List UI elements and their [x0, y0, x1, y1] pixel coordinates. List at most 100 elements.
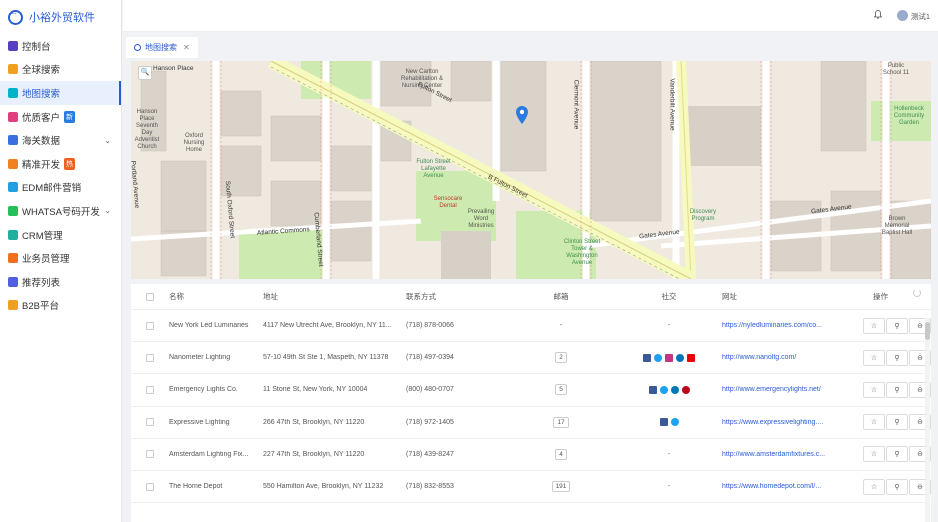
map-label-vanderbilt: Vanderbilt Avenue — [668, 78, 676, 131]
map-label-new-carlton: New Carlton Rehabilitation & Nursing Cen… — [400, 69, 444, 89]
map-label-clinton-station: Clinton Street Tower & Washington Avenue — [563, 239, 601, 266]
row-actions: ☆ ⚲ ⊖ — [830, 414, 931, 431]
facebook-icon[interactable] — [648, 385, 657, 394]
linkedin-icon[interactable] — [670, 385, 679, 394]
map-view[interactable]: 🔍 Fulton Street B Fulton Street Gates Av… — [131, 61, 931, 279]
close-icon[interactable]: ✕ — [183, 43, 190, 52]
email-count[interactable]: 17 — [553, 416, 569, 428]
table-row[interactable]: Nanometer Lighting 57-10 49th St Ste 1, M… — [131, 342, 931, 375]
star-icon[interactable]: ☆ — [863, 446, 885, 463]
email-count[interactable]: 2 — [555, 352, 567, 364]
social-cell: - — [616, 483, 722, 490]
pinterest-icon[interactable] — [681, 385, 690, 394]
sidebar-item-target[interactable]: 精准开发热 — [0, 152, 121, 176]
company-website-link[interactable]: http://www.nanoltg.com/ — [722, 354, 830, 361]
company-address: 227 47th St, Brooklyn, NY 11220 — [263, 450, 365, 458]
menu-badge: 新 — [64, 110, 76, 123]
sidebar-item-star-user[interactable]: 优质客户新 — [0, 105, 121, 129]
tab-map-search[interactable]: 地图搜索 ✕ — [126, 37, 198, 58]
row-checkbox[interactable] — [146, 482, 154, 491]
sidebar-item-recommend[interactable]: 推荐列表 — [0, 270, 121, 294]
track-icon[interactable]: ⚲ — [886, 381, 908, 398]
globe-search-icon — [8, 64, 18, 75]
star-icon[interactable]: ☆ — [863, 414, 885, 431]
select-all-checkbox[interactable] — [146, 292, 154, 301]
sidebar-item-label: 优质客户 — [22, 112, 61, 124]
star-icon[interactable]: ☆ — [863, 381, 885, 398]
b2b-icon — [8, 300, 18, 311]
company-website-link[interactable]: https://www.expressivelighting.... — [722, 419, 830, 426]
facebook-icon[interactable] — [643, 353, 651, 362]
facebook-icon[interactable] — [659, 418, 668, 427]
sidebar-item-label: 全球搜索 — [22, 65, 61, 77]
company-website-link[interactable]: https://www.homedepot.com/l/... — [722, 483, 830, 490]
avatar[interactable] — [897, 10, 908, 21]
company-website-link[interactable]: https://nyledluminaries.com/co... — [722, 322, 830, 329]
email-cell: 5 — [506, 384, 616, 396]
social-cell — [616, 353, 722, 362]
row-checkbox[interactable] — [146, 353, 154, 362]
table-row[interactable]: The Home Depot 550 Hamilton Ave, Brooklyn… — [131, 471, 931, 504]
sidebar-item-b2b[interactable]: B2B平台 — [0, 294, 121, 318]
row-checkbox[interactable] — [146, 321, 154, 330]
user-name[interactable]: 测试1 — [911, 11, 930, 22]
linkedin-icon[interactable] — [676, 353, 684, 362]
sidebar-item-whatsapp[interactable]: WHATSA号码开发 ⌄ — [0, 199, 121, 223]
social-empty: - — [667, 450, 671, 458]
sidebar-item-dashboard[interactable]: 控制台 — [0, 34, 121, 58]
email-cell: 17 — [506, 416, 616, 428]
scroll-thumb[interactable] — [925, 322, 930, 340]
chevron-down-icon[interactable]: ⌄ — [104, 206, 111, 215]
chevron-down-icon[interactable]: ⌄ — [104, 136, 111, 145]
twitter-icon[interactable] — [654, 353, 662, 362]
track-icon[interactable]: ⚲ — [886, 446, 908, 463]
twitter-icon[interactable] — [659, 385, 668, 394]
table-row[interactable]: New York Led Luminaries 4117 New Utrecht … — [131, 310, 931, 343]
row-checkbox[interactable] — [146, 385, 154, 394]
company-website-link[interactable]: http://www.amsterdamfixtures.c... — [722, 451, 830, 458]
company-website-link[interactable]: http://www.emergencylights.net/ — [722, 386, 830, 393]
sidebar-item-label: EDM邮件营销 — [22, 183, 82, 195]
track-icon[interactable]: ⚲ — [886, 317, 908, 334]
sidebar-item-crm[interactable]: CRM管理 — [0, 223, 121, 247]
bell-icon[interactable] — [873, 10, 883, 21]
row-select — [131, 353, 169, 362]
row-checkbox[interactable] — [146, 450, 154, 459]
sidebar-item-team[interactable]: 业务员管理 — [0, 246, 121, 270]
track-icon[interactable]: ⚲ — [886, 414, 908, 431]
row-select — [131, 482, 169, 491]
email-count[interactable]: 191 — [551, 481, 571, 493]
track-icon[interactable]: ⚲ — [886, 349, 908, 366]
location-pin-icon[interactable] — [516, 106, 528, 124]
social-cell: - — [616, 451, 722, 458]
sidebar-item-mail[interactable]: EDM邮件营销 — [0, 176, 121, 200]
email-count[interactable]: 5 — [555, 384, 567, 396]
instagram-icon[interactable] — [665, 353, 673, 362]
row-select — [131, 418, 169, 427]
social-empty: - — [667, 322, 671, 330]
dashboard-icon — [8, 40, 18, 51]
customs-icon — [8, 135, 18, 146]
email-cell: 2 — [506, 352, 616, 364]
star-icon[interactable]: ☆ — [863, 349, 885, 366]
youtube-icon[interactable] — [687, 353, 695, 362]
track-icon[interactable]: ⚲ — [886, 478, 908, 495]
sidebar-item-map[interactable]: 地图搜索 — [0, 81, 121, 105]
header-website: 网址 — [722, 292, 737, 301]
map-search-button[interactable]: 🔍 — [138, 66, 152, 80]
sidebar-item-customs[interactable]: 海关数据 ⌄ — [0, 128, 121, 152]
star-icon[interactable]: ☆ — [863, 317, 885, 334]
company-address: 4117 New Utrecht Ave, Brooklyn, NY 11... — [263, 322, 392, 330]
table-row[interactable]: Emergency Lights Co. 11 Stone St, New Yor… — [131, 374, 931, 407]
table-scrollbar[interactable] — [925, 318, 930, 522]
twitter-icon[interactable] — [670, 418, 679, 427]
brand[interactable]: 小裕外贸软件 — [0, 0, 121, 34]
table-row[interactable]: Amsterdam Lighting Fix... 227 47th St, Br… — [131, 439, 931, 471]
star-icon[interactable]: ☆ — [863, 478, 885, 495]
row-checkbox[interactable] — [146, 418, 154, 427]
sidebar-item-label: 业务员管理 — [22, 254, 70, 266]
email-count[interactable]: 4 — [555, 448, 567, 460]
sidebar-item-globe-search[interactable]: 全球搜索 — [0, 58, 121, 82]
sidebar-menu: 控制台 全球搜索 地图搜索 优质客户新海关数据 ⌄ 精准开发热 EDM邮件营销 WHATSA号… — [0, 34, 121, 317]
table-row[interactable]: Expressive Lighting 266 47th St, Brooklyn… — [131, 407, 931, 439]
